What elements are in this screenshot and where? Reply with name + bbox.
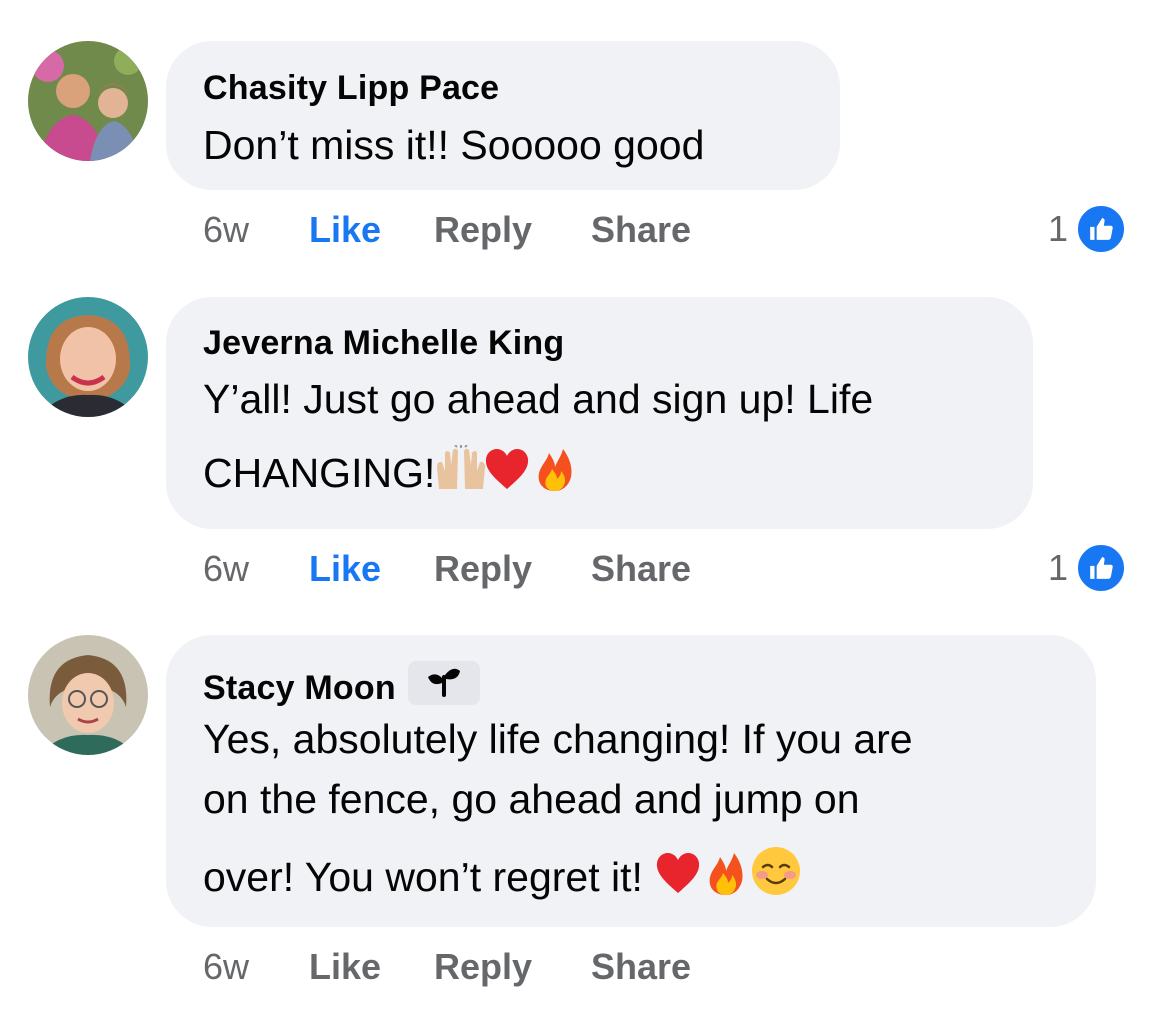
comment-author[interactable]: Jeverna Michelle King <box>203 323 564 363</box>
reaction-summary[interactable]: 1 <box>1048 204 1126 254</box>
reaction-count: 1 <box>1047 208 1068 249</box>
comment-bubble: Jeverna Michelle King Y’all! Just go ahe… <box>166 297 1033 529</box>
thumbs-up-icon <box>1076 543 1126 593</box>
share-button[interactable]: Share <box>591 942 691 992</box>
comment-bubble: Chasity Lipp Pace Don’t miss it!! Sooooo… <box>166 41 840 190</box>
comment-text-segment: CHANGING! <box>203 450 436 496</box>
comment-timestamp[interactable]: 6w <box>203 205 249 255</box>
avatar[interactable] <box>28 41 148 161</box>
fire-emoji <box>702 849 750 897</box>
comment-author-row: Stacy Moon <box>203 661 480 708</box>
raising-hands-emoji <box>435 444 486 493</box>
red-heart-emoji <box>654 849 702 897</box>
reply-button[interactable]: Reply <box>434 205 532 255</box>
red-heart-emoji <box>483 445 531 493</box>
avatar[interactable] <box>28 635 148 755</box>
share-button[interactable]: Share <box>591 205 691 255</box>
share-button[interactable]: Share <box>591 544 691 594</box>
like-button[interactable]: Like <box>309 942 381 992</box>
like-button[interactable]: Like <box>309 205 381 255</box>
comment-text-line: Don’t miss it!! Sooooo good <box>203 122 705 168</box>
comment-text-line-with-emoji: over! You won’t regret it! <box>203 845 801 907</box>
new-member-sprout-icon[interactable] <box>407 661 480 705</box>
comment-timestamp[interactable]: 6w <box>203 544 249 594</box>
reply-button[interactable]: Reply <box>434 544 532 594</box>
comment-author[interactable]: Stacy Moon <box>203 669 396 707</box>
thumbs-up-icon <box>1076 204 1126 254</box>
comment-text-line: on the fence, go ahead and jump on <box>203 776 860 822</box>
reply-button[interactable]: Reply <box>434 942 532 992</box>
smiling-face-emoji <box>750 845 801 895</box>
comment-text-line: Y’all! Just go ahead and sign up! Life <box>203 376 874 422</box>
avatar[interactable] <box>28 297 148 417</box>
comment-text-line-with-emoji: CHANGING! <box>203 443 579 503</box>
reaction-count: 1 <box>1047 547 1068 588</box>
comment-timestamp[interactable]: 6w <box>203 942 249 992</box>
like-button[interactable]: Like <box>309 544 381 594</box>
reaction-summary[interactable]: 1 <box>1048 543 1126 593</box>
comment-author[interactable]: Chasity Lipp Pace <box>203 68 499 108</box>
comment-text-line: Yes, absolutely life changing! If you ar… <box>203 716 913 762</box>
comment-bubble: Stacy Moon Yes, absolutely life changing… <box>166 635 1096 927</box>
fire-emoji <box>531 445 579 493</box>
comment-text-segment: over! You won’t regret it! <box>203 854 643 900</box>
